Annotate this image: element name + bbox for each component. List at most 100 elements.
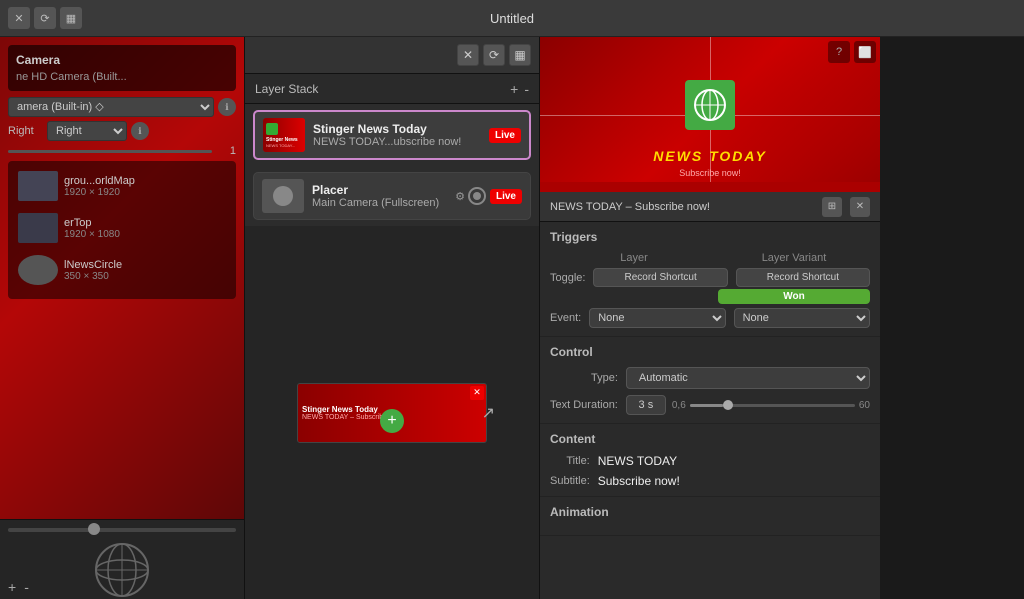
- event-layer-select[interactable]: None: [589, 308, 725, 328]
- camera-section: Camera ne HD Camera (Built...: [8, 45, 236, 91]
- duration-label: Text Duration:: [550, 399, 618, 411]
- triggers-col-variant: Layer Variant: [718, 252, 870, 264]
- toggle-label: Toggle:: [550, 272, 585, 284]
- placer-card-icons: ⚙ Live: [455, 187, 522, 205]
- subtitle-value: Subscribe now!: [598, 474, 870, 488]
- cursor-icon: ↗: [482, 403, 495, 423]
- layer-name-worldmap: grou...orldMap: [64, 175, 226, 187]
- main-layout: Camera ne HD Camera (Built... amera (Bui…: [0, 37, 1024, 599]
- layer-stack-remove-btn[interactable]: -: [524, 81, 529, 97]
- layer-info-ertop: erTop 1920 × 1080: [64, 217, 226, 240]
- right-panel: NEWS TODAY Subscribe now! ? ⬜ NEWS TODAY…: [540, 37, 880, 599]
- film-btn[interactable]: ▦: [60, 7, 82, 29]
- restore-btn[interactable]: ⟳: [34, 7, 56, 29]
- window-title: Untitled: [490, 11, 534, 26]
- camera-subtitle: ne HD Camera (Built...: [16, 71, 228, 83]
- stinger-card-sub: NEWS TODAY...ubscribe now!: [313, 136, 481, 148]
- animation-section: Animation: [540, 497, 880, 536]
- direction-info-icon[interactable]: ℹ: [131, 122, 149, 140]
- left-layer-list: grou...orldMap 1920 × 1920 erTop 1920 × …: [8, 161, 236, 299]
- preview-logo: [685, 80, 735, 130]
- range-fill: [690, 404, 723, 407]
- preview-globe-icon: [692, 87, 728, 123]
- info-bar: NEWS TODAY – Subscribe now! ⊞ ✕: [540, 192, 880, 222]
- won-row: Won: [550, 289, 870, 304]
- remove-layer-btn[interactable]: -: [24, 579, 29, 595]
- direction-label: Right: [8, 125, 43, 137]
- placer-card-name: Placer: [312, 183, 447, 197]
- layer-stack-header: Layer Stack + -: [245, 74, 539, 104]
- stinger-card-icons: Live: [489, 128, 521, 143]
- layer-stack-add-btn[interactable]: +: [510, 81, 518, 97]
- preview-red-bar: [540, 182, 880, 192]
- subtitle-label: Subtitle:: [550, 475, 590, 487]
- layer-thumb-worldmap: [18, 171, 58, 201]
- content-grid: Title: NEWS TODAY Subtitle: Subscribe no…: [550, 454, 870, 488]
- placer-live-badge: Live: [490, 189, 522, 204]
- info-bar-title: NEWS TODAY – Subscribe now!: [550, 201, 814, 213]
- camera-select[interactable]: amera (Built-in) ◇: [8, 97, 214, 117]
- triggers-toggle-row: Toggle: Record Shortcut Record Shortcut: [550, 268, 870, 287]
- content-section: Content Title: NEWS TODAY Subtitle: Subs…: [540, 424, 880, 497]
- placer-settings-icon: ⚙: [455, 190, 465, 203]
- triggers-section: Triggers Layer Layer Variant Toggle: Rec…: [540, 222, 880, 337]
- type-select[interactable]: Automatic: [626, 367, 870, 389]
- preview-area: NEWS TODAY Subscribe now! ? ⬜: [540, 37, 880, 192]
- list-item[interactable]: lNewsCircle 350 × 350: [14, 251, 230, 289]
- stinger-thumb-content: Stinger News NEWS TODAY...: [263, 118, 305, 152]
- grid-toolbar-btn[interactable]: ▦: [509, 44, 531, 66]
- type-value-row: Automatic: [626, 367, 870, 389]
- layer-stack-actions: + -: [510, 81, 529, 97]
- direction-select[interactable]: Right: [47, 121, 127, 141]
- layer-size-newscircle: 350 × 350: [64, 271, 226, 282]
- range-thumb[interactable]: [723, 400, 733, 410]
- preview-subtitle: Subscribe now!: [540, 168, 880, 178]
- right-content: NEWS TODAY – Subscribe now! ⊞ ✕ Triggers…: [540, 192, 880, 599]
- event-label: Event:: [550, 312, 581, 324]
- globe-icon-container: [87, 535, 157, 599]
- control-section: Control Type: Automatic Text Duration: 3…: [540, 337, 880, 424]
- placer-layer-card[interactable]: Placer Main Camera (Fullscreen) ⚙ Live: [253, 172, 531, 220]
- middle-panel: ✕ ⟳ ▦ Layer Stack + - Stinger News NEWS …: [245, 37, 540, 599]
- close-btn[interactable]: ✕: [8, 7, 30, 29]
- layer-info-worldmap: grou...orldMap 1920 × 1920: [64, 175, 226, 198]
- left-panel-content: Camera ne HD Camera (Built... amera (Bui…: [0, 37, 244, 307]
- left-panel: Camera ne HD Camera (Built... amera (Bui…: [0, 37, 245, 599]
- toggle-variant-shortcut-btn[interactable]: Record Shortcut: [736, 268, 870, 287]
- info-close-btn[interactable]: ✕: [850, 197, 870, 217]
- range-max: 60: [859, 400, 870, 411]
- list-item[interactable]: erTop 1920 × 1080: [14, 209, 230, 247]
- stinger-thumb-sub: NEWS TODAY...: [266, 143, 295, 148]
- won-badge: Won: [718, 289, 870, 304]
- bottom-slider-thumb[interactable]: [88, 523, 100, 535]
- layer-size-ertop: 1920 × 1080: [64, 229, 226, 240]
- stinger-user-icon: [266, 123, 278, 135]
- duration-value-row: 3 s 0,6 60: [626, 395, 870, 415]
- bottom-slider-track: [8, 528, 236, 532]
- camera-select-row: amera (Built-in) ◇ ℹ: [8, 97, 236, 117]
- refresh-toolbar-btn[interactable]: ⟳: [483, 44, 505, 66]
- middle-toolbar: ✕ ⟳ ▦: [245, 37, 539, 74]
- preview-toolbar: ? ⬜: [828, 41, 876, 63]
- info-copy-btn[interactable]: ⊞: [822, 197, 842, 217]
- mini-preview-close[interactable]: ✕: [470, 386, 484, 400]
- event-variant-select[interactable]: None: [734, 308, 870, 328]
- preview-expand-btn[interactable]: ⬜: [854, 41, 876, 63]
- add-layer-btn[interactable]: +: [8, 579, 16, 595]
- camera-info-icon[interactable]: ℹ: [218, 98, 236, 116]
- list-item[interactable]: grou...orldMap 1920 × 1920: [14, 167, 230, 205]
- add-node-btn[interactable]: +: [380, 409, 404, 433]
- toggle-layer-shortcut-btn[interactable]: Record Shortcut: [593, 268, 727, 287]
- stinger-layer-card[interactable]: Stinger News NEWS TODAY... Stinger News …: [253, 110, 531, 160]
- camera-slider[interactable]: [8, 150, 212, 153]
- record-dot-inner: [473, 192, 481, 200]
- duration-range: 0,6 60: [672, 400, 870, 411]
- canvas-area: Stinger News Today NEWS TODAY – Subscrib…: [245, 226, 539, 599]
- preview-help-btn[interactable]: ?: [828, 41, 850, 63]
- range-track[interactable]: [690, 404, 855, 407]
- left-panel-top: Camera ne HD Camera (Built... amera (Bui…: [0, 37, 244, 519]
- close-toolbar-btn[interactable]: ✕: [457, 44, 479, 66]
- title-value: NEWS TODAY: [598, 454, 870, 468]
- record-dot: [468, 187, 486, 205]
- stinger-live-badge: Live: [489, 128, 521, 143]
